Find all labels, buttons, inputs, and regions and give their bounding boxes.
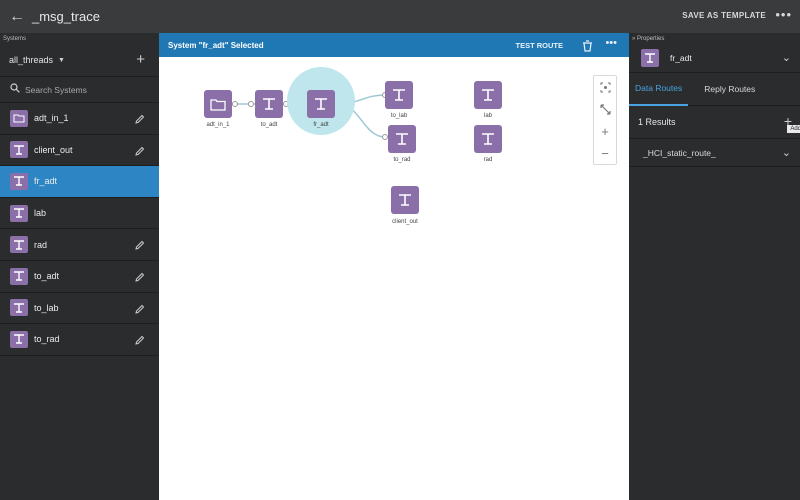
top-bar: ← _msg_trace SAVE AS TEMPLATE •••: [0, 0, 800, 33]
add-tooltip: Add: [787, 125, 800, 133]
zoom-in-icon[interactable]: +: [594, 120, 616, 142]
search-systems-field[interactable]: Search Systems: [0, 77, 159, 103]
properties-section-label: » Properties: [629, 33, 800, 44]
system-item-label: to_rad: [34, 334, 60, 345]
system-item-fr-adt[interactable]: fr_adt: [0, 166, 159, 198]
interface-icon: [10, 141, 28, 159]
system-item-label: rad: [34, 239, 48, 250]
node-label: to_lab: [390, 113, 408, 119]
routes-tabs: Data Routes Reply Routes: [629, 73, 800, 106]
system-item-rad[interactable]: rad: [0, 229, 159, 261]
route-item[interactable]: _HCI_static_route_ ⌄: [629, 139, 800, 167]
node-rad[interactable]: [474, 125, 502, 153]
system-item-label: adt_in_1: [34, 113, 69, 124]
tab-data-routes[interactable]: Data Routes: [629, 73, 689, 106]
edit-pencil-icon[interactable]: [134, 270, 145, 282]
system-item-label: client_out: [34, 144, 73, 155]
zoom-out-icon[interactable]: −: [594, 142, 616, 164]
node-to-rad[interactable]: [388, 125, 416, 153]
node-fr-adt[interactable]: [307, 90, 335, 118]
canvas-header: System "fr_adt" Selected TEST ROUTE •••: [159, 33, 629, 57]
selected-system-name: fr_adt: [670, 53, 692, 63]
system-item-label: to_adt: [34, 271, 60, 282]
route-name: _HCI_static_route_: [643, 147, 716, 158]
properties-label: Properties: [637, 36, 665, 42]
caret-down-icon: ▼: [58, 56, 65, 64]
edit-pencil-icon[interactable]: [134, 144, 145, 156]
node-to-lab[interactable]: [385, 81, 413, 109]
node-label: to_adt: [260, 122, 278, 128]
node-label: fr_adt: [313, 122, 329, 128]
node-label: rad: [483, 157, 493, 163]
search-placeholder: Search Systems: [25, 84, 87, 95]
system-item-adt-in-1[interactable]: adt_in_1: [0, 103, 159, 135]
expand-icon[interactable]: [594, 98, 616, 120]
edit-pencil-icon[interactable]: [134, 302, 145, 314]
edit-pencil-icon[interactable]: [134, 333, 145, 345]
system-item-to-lab[interactable]: to_lab: [0, 293, 159, 325]
properties-panel: » Properties fr_adt ⌄ Data Routes Reply …: [629, 33, 800, 500]
trash-icon[interactable]: [582, 39, 593, 52]
node-adt-in-1[interactable]: [204, 90, 232, 118]
system-item-to-rad[interactable]: to_rad: [0, 324, 159, 356]
chevron-down-icon[interactable]: ⌄: [782, 51, 791, 64]
canvas-toolbox: + −: [593, 75, 617, 165]
selected-system-header[interactable]: fr_adt ⌄: [629, 44, 800, 73]
interface-icon: [10, 299, 28, 317]
chevron-down-icon[interactable]: ⌄: [782, 146, 791, 159]
node-label: client_out: [392, 219, 418, 225]
double-chevron-icon[interactable]: »: [632, 36, 635, 42]
interface-icon: [10, 172, 28, 190]
systems-section-label: Systems: [3, 36, 27, 42]
system-item-label: to_lab: [34, 302, 59, 313]
system-item-label: lab: [34, 208, 47, 219]
results-count: 1 Results: [638, 117, 676, 127]
interface-icon: [10, 236, 28, 254]
system-item-to-adt[interactable]: to_adt: [0, 261, 159, 293]
fit-view-icon[interactable]: [594, 76, 616, 98]
system-item-client-out[interactable]: client_out: [0, 135, 159, 167]
more-options-icon[interactable]: •••: [775, 7, 792, 22]
save-as-template-button[interactable]: SAVE AS TEMPLATE: [682, 11, 766, 20]
folder-icon: [10, 109, 28, 127]
node-client-out[interactable]: [391, 186, 419, 214]
add-system-icon[interactable]: +: [136, 51, 145, 68]
thread-filter-dropdown[interactable]: all_threads ▼ +: [0, 44, 159, 77]
tab-reply-routes[interactable]: Reply Routes: [698, 73, 761, 106]
results-row: 1 Results + Add: [629, 106, 800, 139]
system-item-lab[interactable]: lab: [0, 198, 159, 230]
page-title: _msg_trace: [32, 9, 100, 24]
back-arrow-icon[interactable]: ←: [2, 8, 32, 26]
thread-filter-value: all_threads: [9, 55, 54, 65]
node-label: lab: [483, 113, 492, 119]
systems-panel: Systems all_threads ▼ + Search Systems a…: [0, 33, 159, 500]
node-lab[interactable]: [474, 81, 502, 109]
route-canvas[interactable]: System "fr_adt" Selected TEST ROUTE ••• …: [159, 33, 629, 500]
interface-icon: [10, 204, 28, 222]
more-options-icon[interactable]: •••: [605, 37, 617, 49]
system-item-label: fr_adt: [34, 176, 58, 187]
edit-pencil-icon[interactable]: [134, 238, 145, 251]
search-icon: [10, 83, 21, 96]
test-route-button[interactable]: TEST ROUTE: [515, 41, 563, 50]
interface-icon: [641, 49, 659, 67]
edit-pencil-icon[interactable]: [134, 112, 145, 124]
interface-icon: [10, 330, 28, 348]
node-label: to_rad: [393, 157, 411, 163]
interface-icon: [10, 267, 28, 285]
node-to-adt[interactable]: [255, 90, 283, 118]
canvas-header-title: System "fr_adt" Selected: [168, 40, 264, 50]
node-label: adt_in_1: [206, 122, 230, 128]
